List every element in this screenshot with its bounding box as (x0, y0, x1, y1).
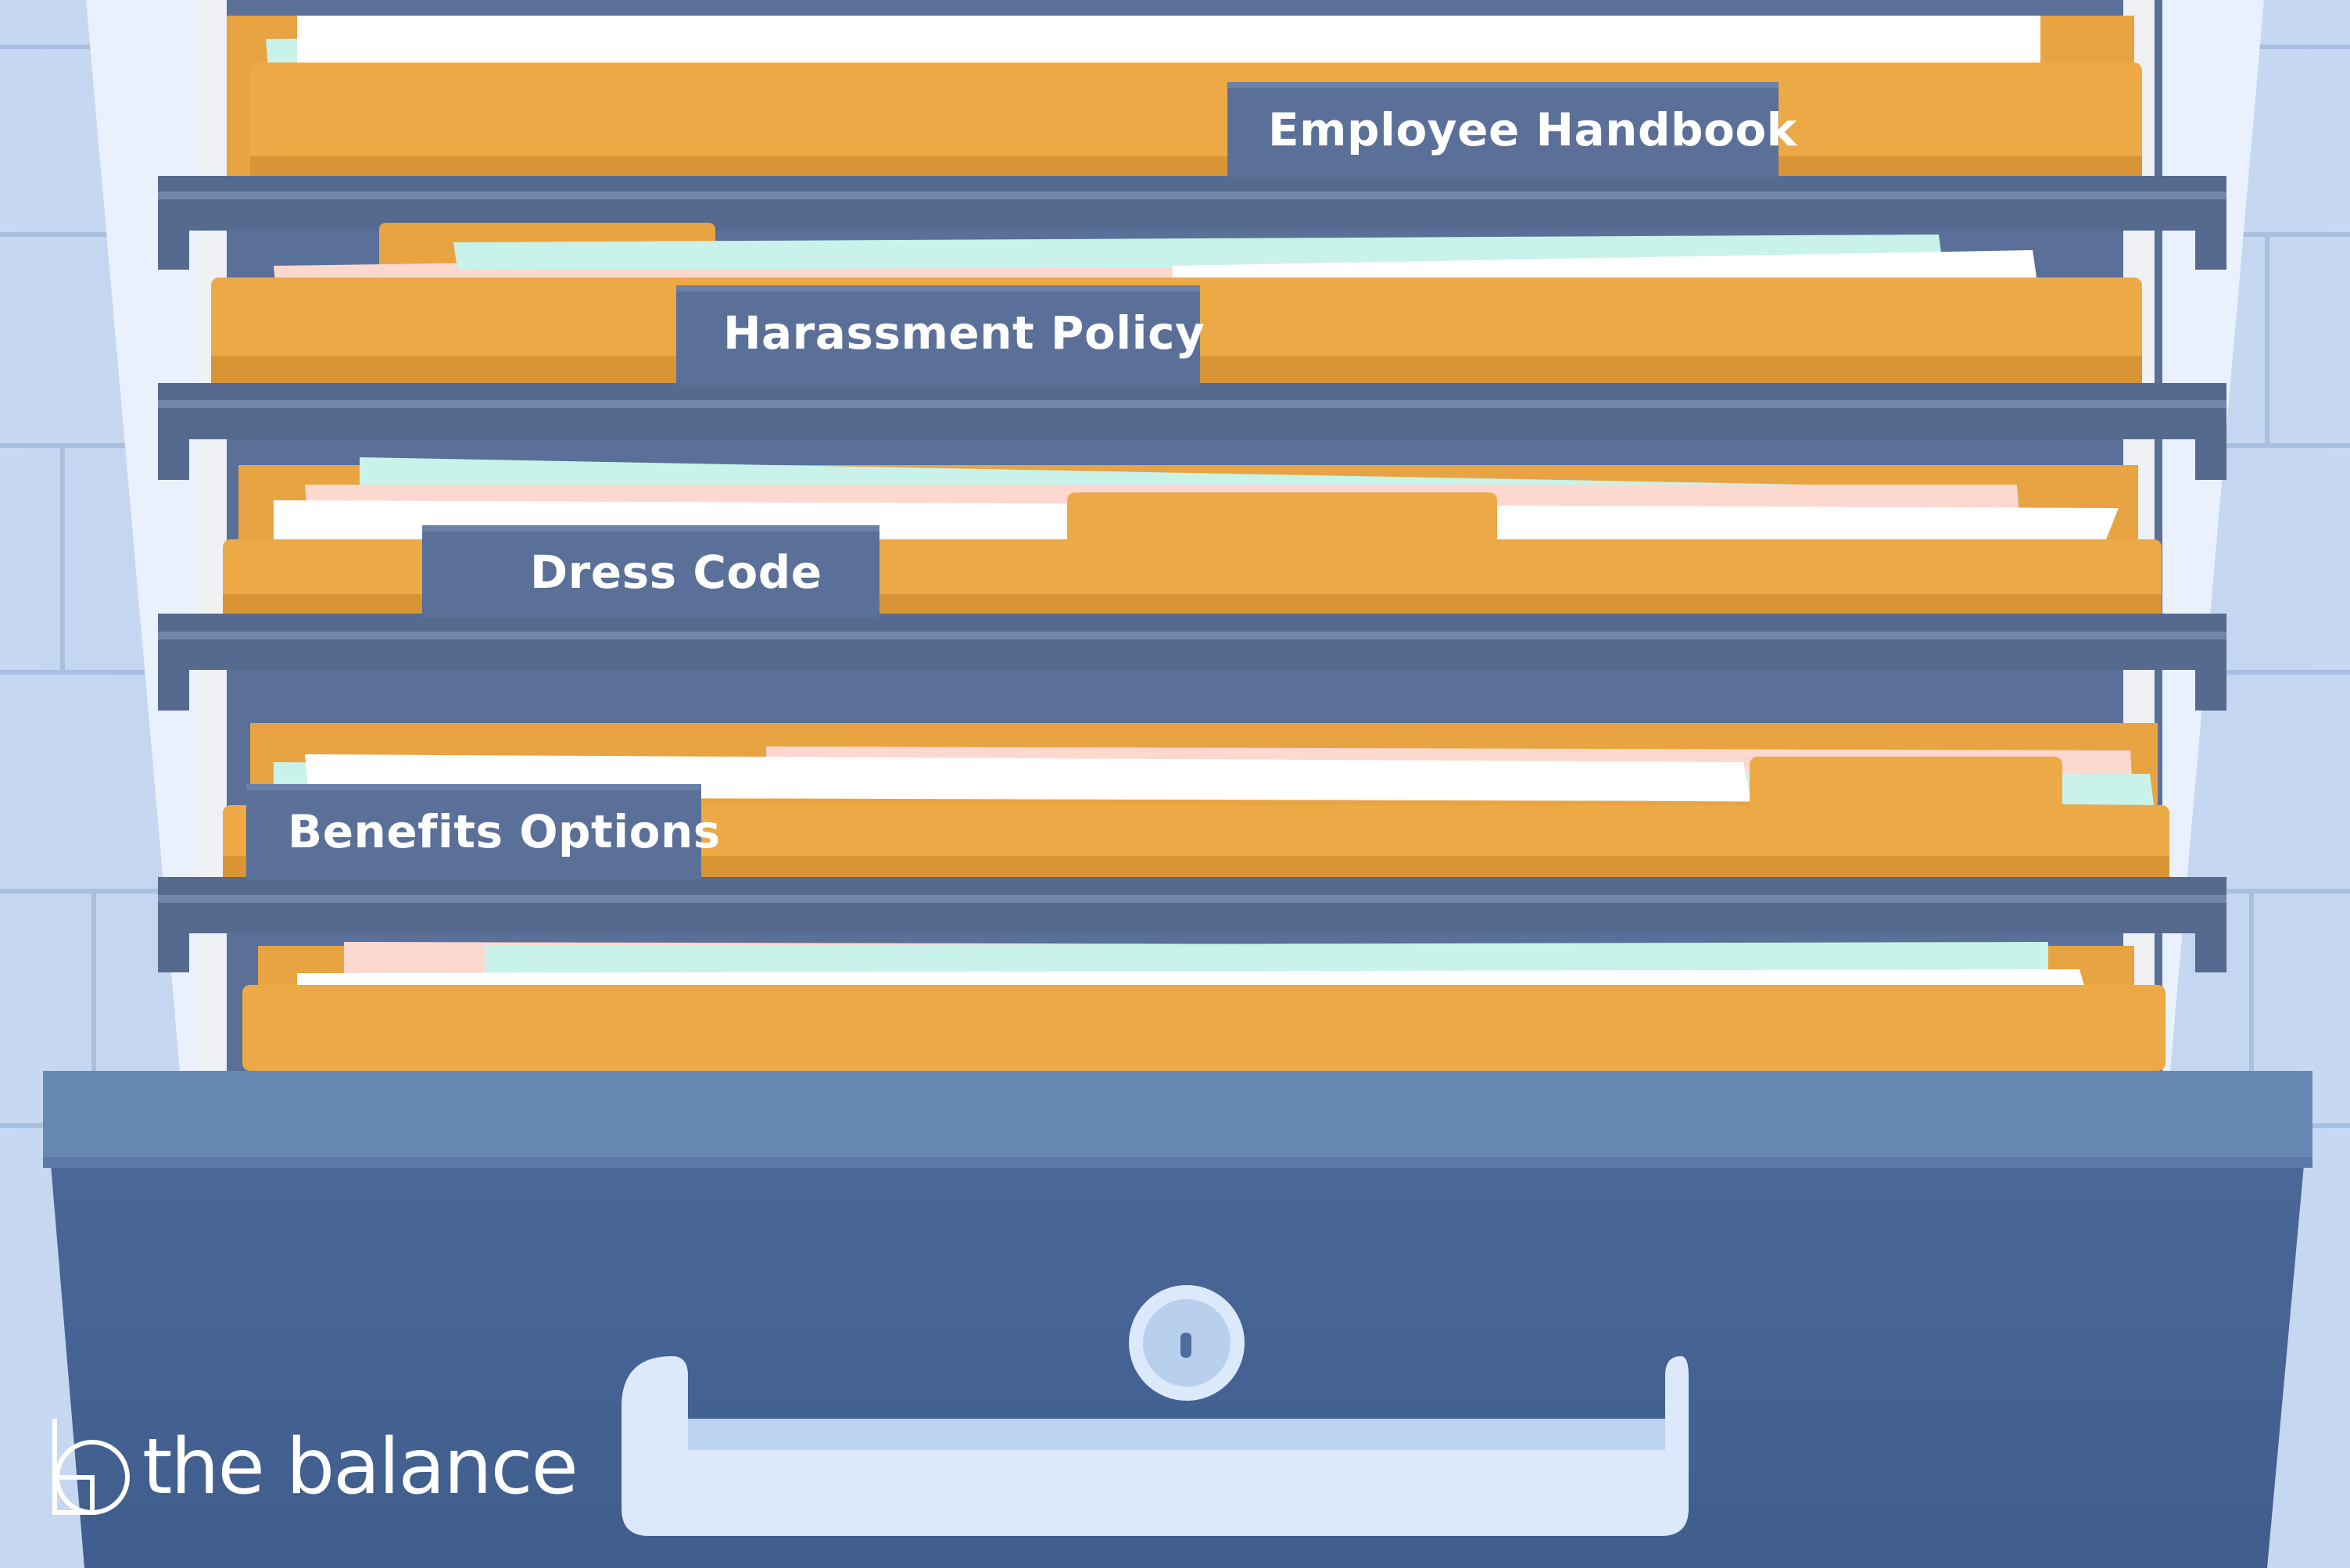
tab-label-dress-code: Dress Code (530, 546, 822, 599)
tab-label-benefits-options: Benefits Options (288, 805, 721, 858)
brand-name: the balance (142, 1423, 579, 1512)
tab-label-harassment-policy: Harassment Policy (723, 306, 1205, 360)
filing-cabinet-illustration (0, 0, 2350, 1568)
lock-icon (1129, 1285, 1245, 1401)
file-row-5 (242, 942, 2166, 1071)
file-row-1 (227, 16, 2142, 180)
tab-label-employee-handbook: Employee Handbook (1268, 103, 1797, 156)
